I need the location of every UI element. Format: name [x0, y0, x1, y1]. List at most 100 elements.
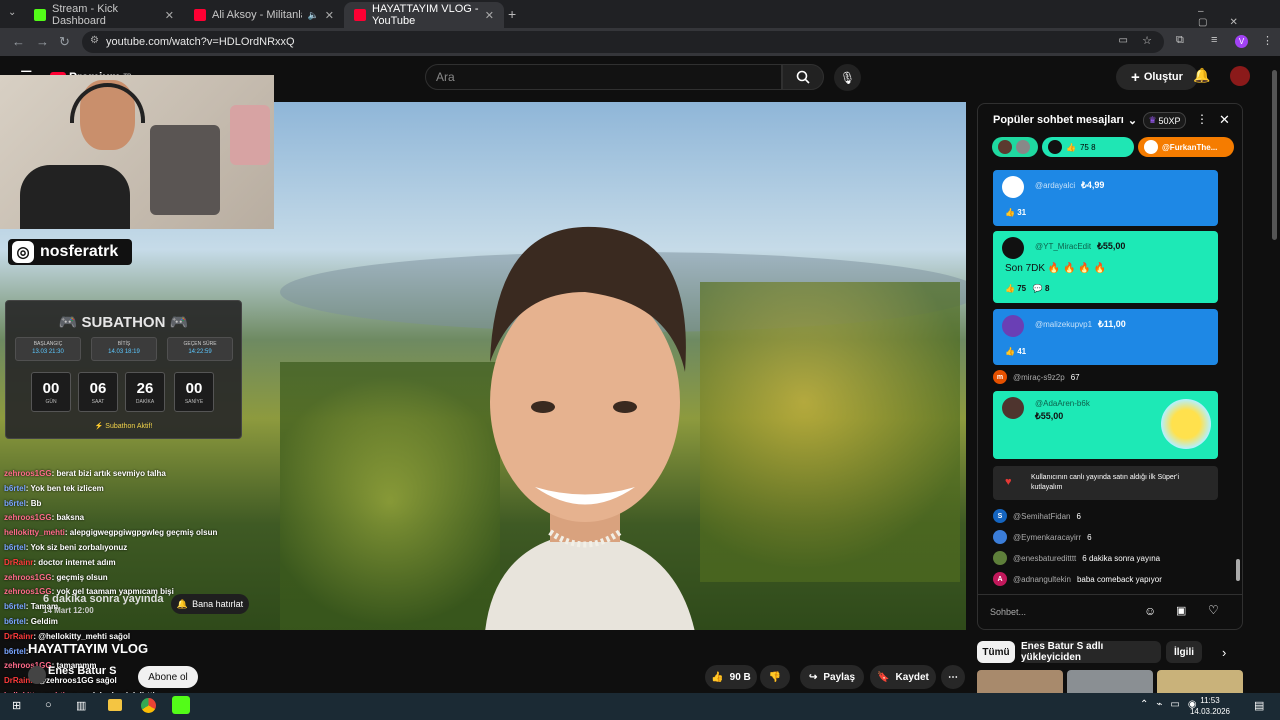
superchat-avatar — [1002, 397, 1024, 419]
filter-uploader-chip[interactable]: Enes Batur S adlı yükleyiciden — [1021, 641, 1161, 663]
media-icon[interactable]: ≡ — [1211, 34, 1217, 46]
superchat-avatar — [1002, 176, 1024, 198]
counter-minutes: 26 DAKİKA — [125, 372, 165, 412]
file-explorer-icon[interactable] — [108, 699, 122, 711]
chat-username: @SemihatFidan — [1013, 511, 1071, 521]
heart-icon: ♥ — [1005, 476, 1012, 488]
ticker-pill-2[interactable]: 👍 75 8 — [1042, 137, 1134, 157]
chat-text: baba comeback yapıyor — [1076, 574, 1162, 584]
filter-all-chip[interactable]: Tümü — [977, 641, 1015, 663]
chat-input[interactable]: Sohbet... — [990, 604, 1140, 620]
page-scrollbar[interactable] — [1272, 70, 1277, 240]
overlay-chat-text: @zehroos1GG sağol — [38, 676, 117, 686]
extensions-icon[interactable]: ⧉ — [1176, 34, 1184, 47]
search-button[interactable] — [782, 64, 824, 90]
ticker-pill-3[interactable]: @FurkanThe... — [1138, 137, 1234, 157]
overlay-chat-username: b6rtel — [4, 617, 26, 626]
close-tab-icon[interactable]: ✕ — [325, 9, 334, 22]
bookmark-star-icon[interactable]: ☆ — [1142, 34, 1152, 47]
chat-scrollbar[interactable] — [1236, 559, 1240, 581]
address-bar: ← → ↻ ⚙ youtube.com/watch?v=HDLOrdNRxxQ … — [0, 28, 1280, 56]
overlay-chat-text: doctor internet adım — [38, 557, 116, 567]
task-view-icon[interactable]: ▥ — [76, 699, 86, 712]
chrome-icon[interactable] — [141, 698, 156, 713]
emoji-icon[interactable]: ☺ — [1144, 604, 1156, 618]
recommendation-thumbnail[interactable] — [1157, 670, 1243, 693]
remind-me-button[interactable]: 🔔 Bana hatırlat — [171, 594, 249, 614]
back-icon[interactable]: ← — [12, 34, 25, 49]
create-button[interactable]: + Oluştur — [1116, 64, 1198, 90]
taskbar-clock[interactable]: 11:53 14.03.2026 — [1190, 695, 1230, 717]
notification-center-icon[interactable]: ▤ — [1254, 699, 1264, 712]
filter-related-chip[interactable]: İlgili — [1166, 641, 1202, 663]
superchat-card[interactable]: @ardayalci ₺4,99 👍 31 — [993, 170, 1218, 226]
channel-name[interactable]: Enes Batur S — [48, 665, 116, 677]
tab-kick-dashboard[interactable]: Stream - Kick Dashboard ✕ — [24, 2, 184, 28]
more-actions-button[interactable]: ⋯ — [941, 665, 965, 689]
overlay-chat-line: DrRainr: @zehroos1GG sağol — [4, 676, 117, 685]
site-info-icon[interactable]: ⚙ — [90, 35, 99, 46]
youtube-icon — [194, 9, 206, 21]
counter-seconds: 00 SANİYE — [174, 372, 214, 412]
video-title: HAYATTAYIM VLOG — [28, 641, 149, 656]
ticker-avatar — [998, 140, 1012, 154]
overlay-chat-text: Bb — [30, 498, 42, 508]
new-tab-icon[interactable]: + — [508, 6, 516, 22]
superchat-avatar — [1002, 237, 1024, 259]
subathon-title: 🎮 SUBATHON 🎮 — [58, 314, 189, 331]
like-button[interactable]: 👍 90 B — [705, 665, 757, 689]
channel-avatar[interactable] — [28, 666, 46, 684]
overlay-chat-line: hellokitty_mehti: alepgigwegpgiwgpgwleg … — [4, 528, 218, 538]
dislike-button[interactable]: 👎 — [760, 665, 790, 689]
recommendation-thumbnail[interactable] — [1067, 670, 1153, 693]
overlay-chat-line: zehroos1GG: berat bizi artık sevmiyo tal… — [4, 469, 166, 478]
heart-outline-icon[interactable]: ♡ — [1208, 603, 1219, 617]
close-tab-icon[interactable]: ✕ — [165, 9, 174, 22]
close-tab-icon[interactable]: ✕ — [485, 9, 494, 22]
account-avatar[interactable] — [1230, 66, 1250, 86]
chevron-right-icon[interactable]: › — [1222, 645, 1226, 660]
reload-icon[interactable]: ↻ — [59, 34, 70, 50]
superchat-avatar — [1002, 315, 1024, 337]
streaming-app-icon[interactable] — [172, 696, 190, 714]
xp-badge[interactable]: ♛ 50XP — [1143, 112, 1186, 129]
cast-icon[interactable]: ▭ — [1119, 35, 1128, 46]
overlay-chat-username: DrRainr — [4, 557, 34, 567]
overlay-chat-username: DrRainr — [4, 631, 34, 641]
windows-start-icon[interactable]: ⊞ — [12, 699, 21, 712]
subscribe-button[interactable]: Abone ol — [138, 666, 198, 688]
profile-avatar[interactable]: V — [1235, 35, 1248, 48]
recommendation-thumbnail[interactable] — [977, 670, 1063, 693]
kick-icon — [34, 9, 46, 21]
tab-search-icon[interactable]: ⌄ — [8, 7, 16, 18]
search-input[interactable]: Ara — [425, 64, 782, 90]
headset — [70, 83, 145, 123]
plus-icon: + — [1131, 68, 1140, 86]
share-button[interactable]: ↪ Paylaş — [800, 665, 864, 689]
close-chat-icon[interactable]: ✕ — [1219, 112, 1230, 128]
streamer-body — [20, 165, 130, 229]
superchat-card[interactable]: @AdaAren-b6k ₺55,00 — [993, 391, 1218, 459]
chat-message: m @miraç-s9z2p 67 — [993, 369, 1080, 385]
superchat-icon[interactable]: ▣ — [1176, 604, 1186, 617]
superchat-card[interactable]: @malizekupvp1 ₺11,00 👍 41 — [993, 309, 1218, 365]
tab-ali-aksoy[interactable]: Ali Aksoy - Militanlar - YouTube 🔈 ✕ — [184, 2, 344, 28]
menu-icon[interactable]: ⋮ — [1262, 34, 1273, 47]
search-taskbar-icon[interactable]: ○ — [45, 699, 52, 711]
chat-avatar — [993, 530, 1007, 544]
url-field[interactable]: ⚙ youtube.com/watch?v=HDLOrdNRxxQ ▭ ☆ — [82, 31, 1164, 53]
mic-icon: 🎙 — [839, 70, 856, 85]
save-button[interactable]: 🔖 Kaydet — [870, 665, 936, 689]
notifications-bell-icon[interactable]: 🔔 — [1193, 67, 1210, 84]
chat-menu-icon[interactable]: ⋮ — [1196, 112, 1208, 126]
tab-hayattayim-vlog[interactable]: HAYATTAYIM VLOG - YouTube ✕ — [344, 2, 504, 28]
forward-icon[interactable]: → — [36, 34, 49, 49]
window-controls[interactable]: –▢✕ — [1198, 6, 1280, 28]
ticker-pill-1[interactable] — [992, 137, 1038, 157]
divider — [978, 594, 1242, 595]
superchat-card[interactable]: @YT_MiracEdit ₺55,00 Son 7DK 🔥 🔥 🔥 🔥 👍 75… — [993, 231, 1218, 303]
subathon-start: BAŞLANGIÇ 13.03 21:30 — [15, 337, 81, 361]
overlay-chat-username: b6rtel — [4, 646, 26, 656]
voice-search-button[interactable]: 🎙 — [834, 64, 861, 91]
bell-icon: 🔔 — [176, 598, 189, 609]
